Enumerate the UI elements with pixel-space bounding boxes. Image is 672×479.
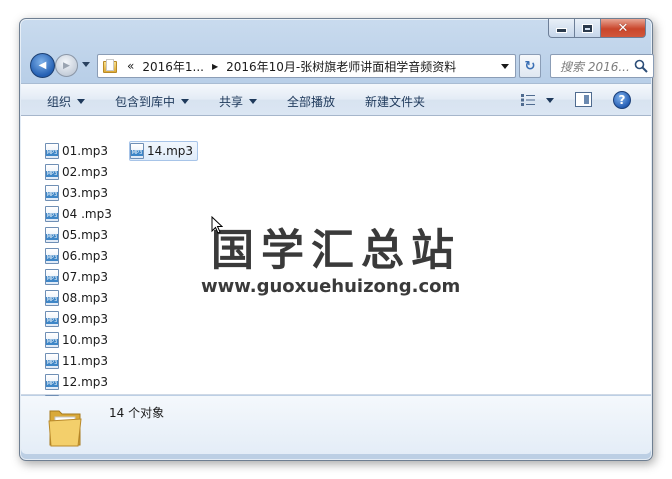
explorer-window: ✕ ◀ ▶ « 2016年1... ▶ 2016年10月-张树旗老师讲面相学音频… [19,18,654,461]
forward-button[interactable]: ▶ [55,54,78,77]
breadcrumb-overflow[interactable]: « [127,59,134,73]
file-item[interactable]: 05.mp3 [45,225,108,245]
details-pane: 14 个对象 [21,396,651,454]
mp3-file-icon [45,185,59,201]
watermark-url: www.guoxuehuizong.com [201,276,461,297]
include-in-library-label: 包含到库中 [115,95,176,109]
back-arrow-icon: ◀ [38,60,47,71]
caption-buttons: ✕ [548,19,646,38]
mp3-file-icon [45,353,59,369]
file-item[interactable]: 10.mp3 [45,330,108,350]
share-label: 共享 [219,95,244,109]
file-name: 08.mp3 [62,291,109,305]
file-item[interactable]: 12.mp3 [45,372,108,392]
file-name: 05.mp3 [62,228,109,242]
mp3-file-icon [45,227,59,243]
file-name: 10.mp3 [62,333,109,347]
maximize-icon [582,23,593,33]
refresh-button[interactable]: ↻ [519,54,541,78]
file-item[interactable]: 07.mp3 [45,267,108,287]
share-menu[interactable]: 共享 [219,93,258,110]
chevron-down-icon [181,99,190,104]
file-name: 06.mp3 [62,249,109,263]
back-button[interactable]: ◀ [30,53,55,78]
chevron-down-icon [249,99,258,104]
address-history-dropdown-icon[interactable] [501,64,509,69]
forward-arrow-icon: ▶ [63,60,70,71]
close-icon: ✕ [617,20,629,36]
file-name: 02.mp3 [62,165,109,179]
mp3-file-icon [45,164,59,180]
help-button[interactable]: ? [613,91,631,109]
search-icon[interactable] [634,59,648,73]
file-item[interactable]: 06.mp3 [45,246,108,266]
file-name: 09.mp3 [62,312,109,326]
minimize-icon [556,28,567,33]
chevron-down-icon [77,99,86,104]
mp3-file-icon [45,248,59,264]
help-icon: ? [618,93,626,107]
command-bar: 组织 包含到库中 共享 全部播放 新建文件夹 ? [21,83,651,116]
file-item[interactable]: 02.mp3 [45,162,108,182]
close-button[interactable]: ✕ [601,19,646,38]
file-item[interactable]: 03.mp3 [45,183,108,203]
breadcrumb-parent[interactable]: 2016年1... [142,58,204,75]
file-item[interactable]: 01.mp3 [45,141,108,161]
mp3-file-icon [45,143,59,159]
file-name: 07.mp3 [62,270,109,284]
file-list[interactable]: 01.mp3 02.mp3 03.mp3 04 .mp3 05.mp3 06.mp3 07.… [21,116,651,411]
new-folder-button[interactable]: 新建文件夹 [365,93,425,110]
folder-icon [103,59,119,73]
mp3-file-icon [45,332,59,348]
file-name: 01.mp3 [62,144,109,158]
mouse-cursor-icon [211,216,223,234]
play-all-label: 全部播放 [287,95,336,109]
play-all-button[interactable]: 全部播放 [287,93,335,110]
mp3-file-icon [45,269,59,285]
file-item[interactable]: 14.mp3 [129,141,199,161]
organize-menu[interactable]: 组织 [47,93,86,110]
mp3-file-icon [45,206,59,222]
mp3-file-icon [45,374,59,390]
watermark-title: 国学汇总站 [211,226,461,276]
breadcrumb-chevron-icon[interactable]: ▶ [212,62,218,71]
file-item[interactable]: 11.mp3 [45,351,108,371]
item-count: 14 个对象 [109,406,165,420]
minimize-button[interactable] [548,19,575,38]
navigation-bar: ◀ ▶ « 2016年1... ▶ 2016年10月-张树旗老师讲面相学音频资料… [28,49,654,79]
search-box[interactable]: 搜索 2016... [550,54,654,78]
recent-pages-dropdown[interactable] [82,62,90,67]
file-name: 14.mp3 [147,144,194,158]
change-view-button[interactable] [520,93,554,107]
breadcrumb-current[interactable]: 2016年10月-张树旗老师讲面相学音频资料 [226,58,456,75]
file-name: 04 .mp3 [62,207,112,221]
maximize-button[interactable] [575,19,601,38]
new-folder-label: 新建文件夹 [365,95,426,109]
preview-pane-button[interactable] [575,92,592,107]
file-item[interactable]: 09.mp3 [45,309,108,329]
organize-label: 组织 [47,95,72,109]
mp3-file-icon [45,311,59,327]
address-bar[interactable]: « 2016年1... ▶ 2016年10月-张树旗老师讲面相学音频资料 [97,54,516,78]
file-name: 03.mp3 [62,186,109,200]
mp3-file-icon [45,290,59,306]
include-in-library-menu[interactable]: 包含到库中 [115,93,190,110]
file-item[interactable]: 08.mp3 [45,288,108,308]
refresh-icon: ↻ [524,58,536,74]
view-list-icon [521,94,535,106]
file-item[interactable]: 04 .mp3 [45,204,112,224]
file-name: 11.mp3 [62,354,109,368]
chevron-down-icon[interactable] [546,97,554,103]
folder-icon [48,410,82,447]
file-name: 12.mp3 [62,375,109,389]
mp3-file-icon [130,143,144,159]
search-input[interactable]: 搜索 2016... [560,58,634,75]
